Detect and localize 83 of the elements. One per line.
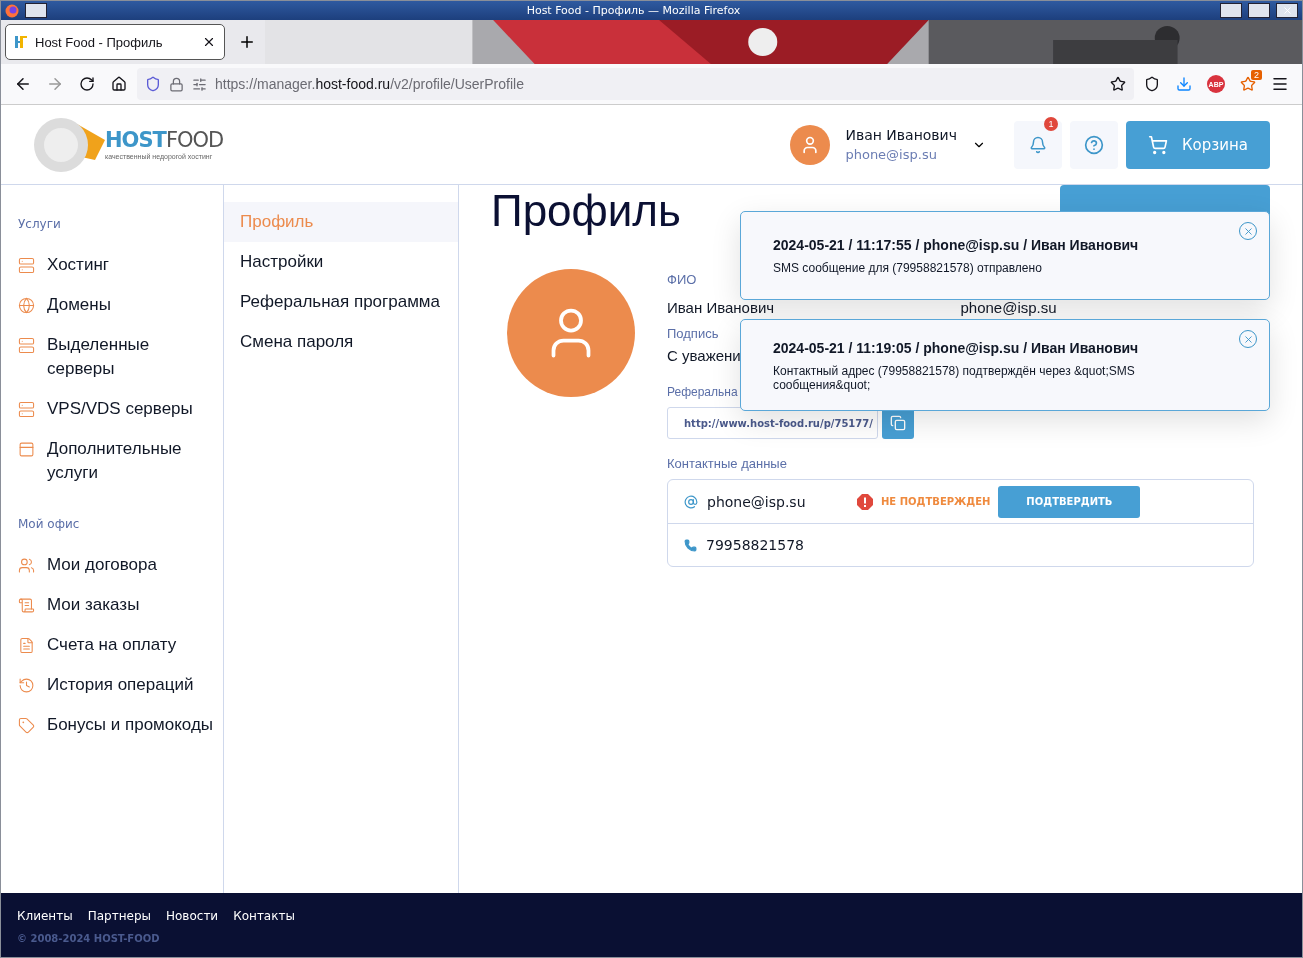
browser-tab[interactable]: Host Food - Профиль (5, 24, 225, 60)
sidebar-item[interactable]: VPS/VDS серверы (18, 397, 223, 421)
window-menu-button[interactable] (25, 3, 47, 18)
sidebar-item[interactable]: Бонусы и промокоды (18, 713, 223, 737)
history-icon (18, 677, 35, 694)
field-label: Контактные данные (667, 457, 787, 471)
sidebar-section-title: Услуги (18, 217, 62, 231)
sidebar-item[interactable]: История операций (18, 673, 223, 697)
extension-badge: 2 (1251, 70, 1262, 80)
globe-icon (18, 297, 35, 314)
help-button[interactable] (1070, 120, 1118, 169)
server-icon (18, 401, 35, 418)
back-icon[interactable] (14, 75, 32, 93)
maximize-button[interactable] (1248, 3, 1270, 18)
submenu-item[interactable]: Смена пароля (224, 322, 458, 362)
field-label: ФИО (667, 273, 697, 287)
submenu-item[interactable]: Настройки (224, 242, 458, 282)
footer-link[interactable]: Контакты (233, 909, 295, 923)
close-icon (1281, 5, 1293, 16)
sidebar-item[interactable]: Выделенные серверы (18, 333, 223, 381)
panel-icon (18, 441, 35, 458)
field-label: Подпись (667, 327, 719, 341)
logo-icon (33, 115, 105, 174)
user-name: Иван Иванович (845, 127, 957, 143)
file-icon (18, 637, 35, 654)
footer-link[interactable]: Клиенты (17, 909, 73, 923)
close-button[interactable] (1276, 3, 1298, 18)
favicon-icon (14, 35, 28, 49)
permissions-icon[interactable] (192, 76, 207, 92)
close-tab-icon[interactable] (202, 35, 216, 49)
field-value: С уважени (667, 347, 741, 365)
help-icon (1084, 134, 1104, 155)
toast-title: 2024-05-21 / 11:19:05 / phone@isp.su / Иван Иванович (773, 340, 1140, 356)
minimize-button[interactable] (1220, 3, 1242, 18)
star-icon[interactable] (1110, 76, 1126, 92)
notifications-button[interactable]: 1 (1014, 120, 1062, 169)
forward-icon[interactable] (46, 75, 64, 93)
server-icon (18, 337, 35, 354)
cart-icon (1147, 134, 1168, 155)
sidebar-item[interactable]: Дополнительные услуги (18, 437, 223, 485)
copyright: © 2008-2024 HOST-FOOD (17, 933, 161, 944)
sidebar-item[interactable]: Мои заказы (18, 593, 223, 617)
sidebar-item[interactable]: Домены (18, 293, 223, 317)
menu-icon[interactable] (1271, 75, 1289, 93)
extension-icon[interactable] (1240, 76, 1256, 92)
footer-link[interactable]: Новости (166, 909, 219, 923)
field-value: phone@isp.su (960, 299, 1057, 317)
toast-title: 2024-05-21 / 11:17:55 / phone@isp.su / Иван Иванович (773, 237, 1140, 253)
close-icon (1242, 225, 1254, 237)
toast-message: SMS сообщение для (79958821578) отправлено (773, 261, 1043, 275)
page-title: Профиль (491, 185, 681, 237)
notification-badge: 1 (1044, 116, 1058, 131)
submenu-item[interactable]: Реферальная программа (224, 282, 458, 322)
lock-icon[interactable] (169, 76, 184, 92)
plus-icon (238, 33, 256, 51)
url-field[interactable]: https://manager.host-food.ru/v2/profile/UserProfile (137, 68, 1134, 100)
shield-icon[interactable] (145, 76, 161, 92)
phone-icon (684, 538, 697, 552)
close-icon (1242, 333, 1254, 345)
scroll-icon (18, 597, 35, 614)
download-icon[interactable] (1176, 76, 1192, 92)
field-label: Реферальна (667, 385, 738, 399)
sidebar-item[interactable]: Мои договора (18, 553, 223, 577)
sidebar-section-title: Мой офис (18, 517, 81, 531)
window-title: Host Food - Профиль — Mozilla Firefox (525, 4, 742, 17)
user-email: phone@isp.su (845, 147, 938, 162)
home-icon[interactable] (111, 76, 127, 92)
warning-icon (857, 493, 873, 510)
server-icon (18, 257, 35, 274)
sidebar-item[interactable]: Хостинг (18, 253, 223, 277)
verification-status: НЕ ПОДТВЕРЖДЕН (857, 493, 991, 510)
sidebar-item[interactable]: Счета на оплату (18, 633, 223, 657)
tag-icon (18, 717, 35, 734)
reload-icon[interactable] (79, 76, 95, 92)
at-sign-icon (684, 494, 698, 509)
contact-value: 79958821578 (706, 537, 805, 553)
footer-link[interactable]: Партнеры (87, 909, 151, 923)
copy-icon (890, 415, 906, 431)
users-icon (18, 557, 35, 574)
field-value: Иван Иванович (667, 299, 775, 317)
toast-message: Контактный адрес (79958821578) подтверждён через &quot;SMS сообщения&quot; (773, 364, 1136, 392)
bell-icon (1029, 135, 1047, 154)
contact-value: phone@isp.su (707, 493, 807, 510)
